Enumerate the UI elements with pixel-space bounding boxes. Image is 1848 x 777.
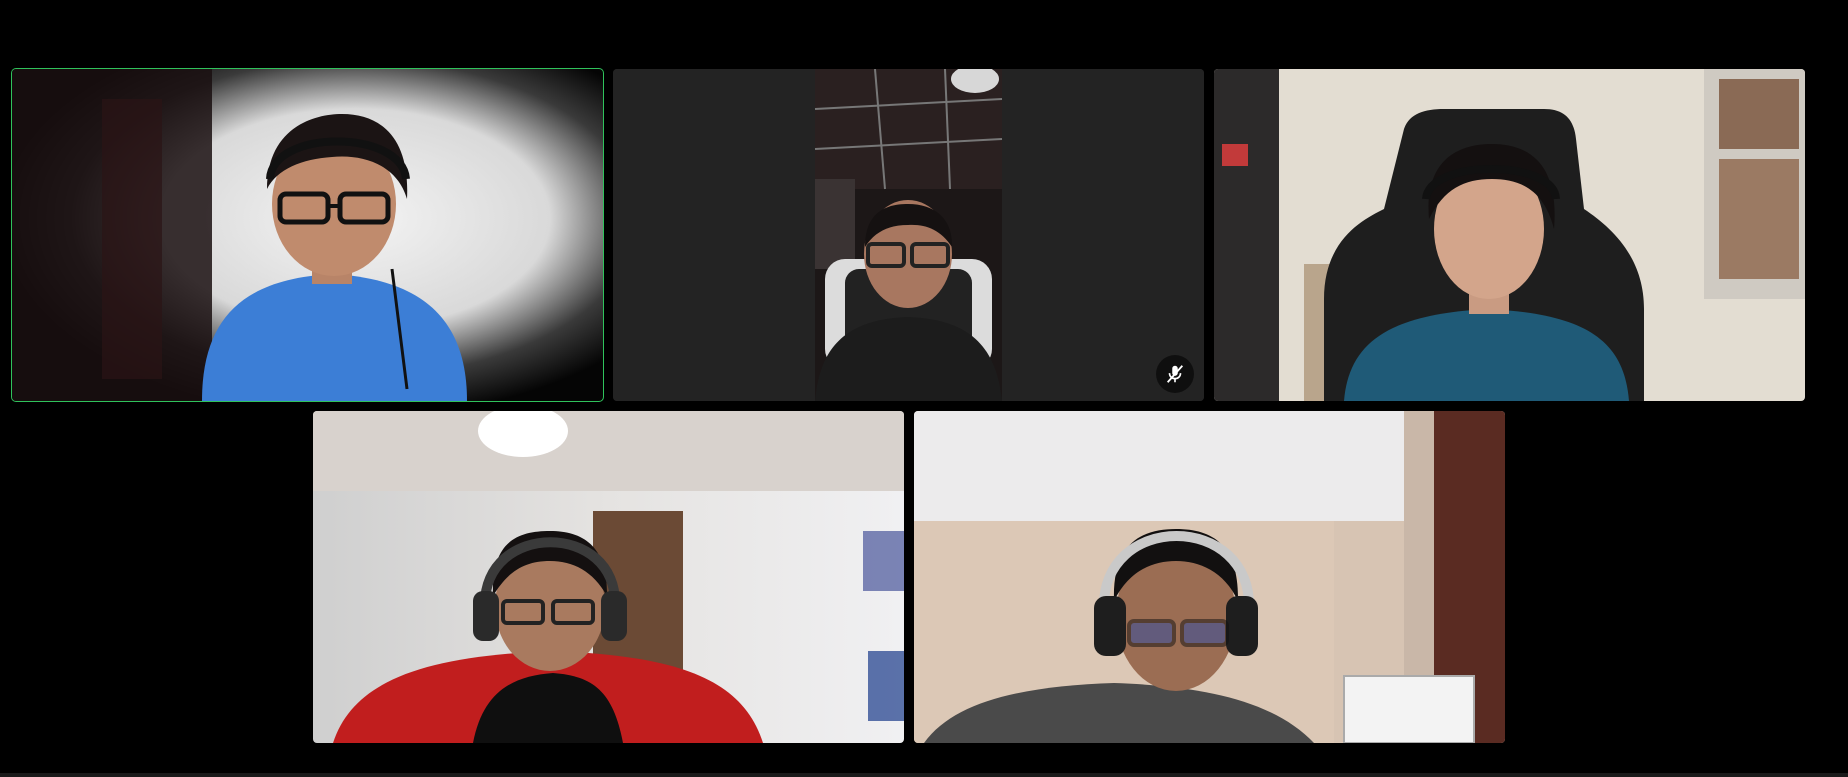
participant-video-5 <box>914 411 1505 743</box>
participant-tile-4[interactable] <box>313 411 904 743</box>
video-gallery <box>0 0 1848 777</box>
participant-video-2 <box>613 69 1204 401</box>
participant-video-3 <box>1214 69 1805 401</box>
microphone-muted-icon <box>1156 355 1194 393</box>
participant-tile-2[interactable] <box>613 69 1204 401</box>
participant-video-4 <box>313 411 904 743</box>
participant-tile-1[interactable] <box>11 68 604 402</box>
participant-tile-3[interactable] <box>1214 69 1805 401</box>
participant-video-1 <box>12 69 603 401</box>
toolbar-edge <box>0 773 1848 777</box>
participant-tile-5[interactable] <box>914 411 1505 743</box>
